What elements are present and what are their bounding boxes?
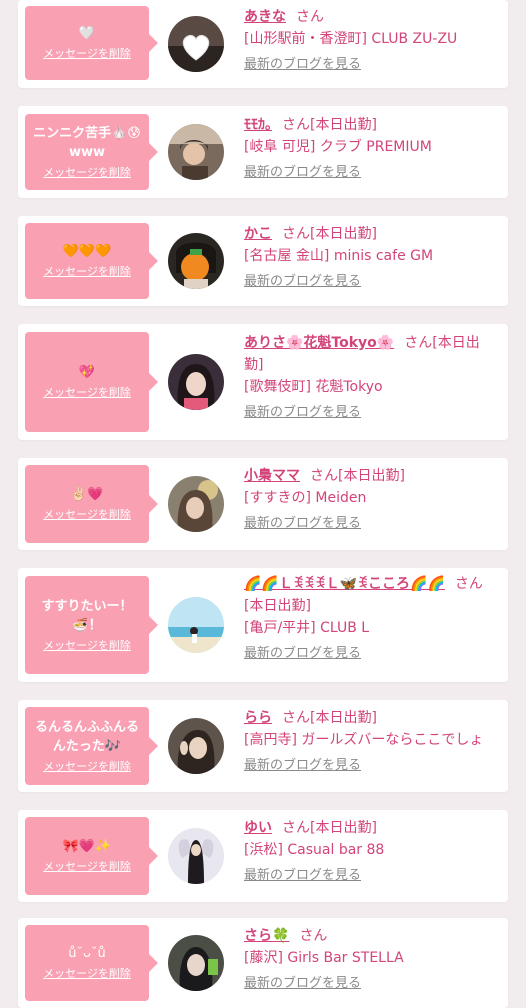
avatar[interactable] xyxy=(168,597,224,653)
message-bubble: るんるんふふんるんたった🎶 メッセージを削除 xyxy=(25,707,158,785)
latest-blog-link[interactable]: 最新のブログを見る xyxy=(244,645,496,663)
list-item: 💖 メッセージを削除 ありさ🌸花魁Tokyo🌸 さん[本日出勤] [歌舞伎町] 花… xyxy=(18,324,508,440)
cast-name-link[interactable]: かこ xyxy=(244,226,272,242)
latest-blog-link[interactable]: 最新のブログを見る xyxy=(244,404,496,422)
name-suffix: さん[本日出勤] xyxy=(282,710,377,726)
latest-blog-link[interactable]: 最新のブログを見る xyxy=(244,975,496,993)
message-emoji: 🤍 xyxy=(78,26,96,41)
cast-name-link[interactable]: さら🍀 xyxy=(244,928,289,944)
avatar[interactable] xyxy=(168,233,224,289)
message-text: ニンニク苦手🧄😰www xyxy=(33,126,141,160)
message-text: るんるんふふんるんたった🎶 xyxy=(34,720,139,754)
name-suffix: さん[本日出勤] xyxy=(282,226,377,242)
avatar[interactable] xyxy=(168,354,224,410)
shop-info: [浜松] Casual bar 88 xyxy=(244,842,385,858)
shop-info: [すすきの] Meiden xyxy=(244,490,367,506)
standing-avatar-icon xyxy=(168,828,224,884)
list-item: ✌🏻💗 メッセージを削除 小梟ママ さん[本日出勤] [すすきの] Meiden … xyxy=(18,458,508,550)
shop-info: [岐阜 可児] クラブ PREMIUM xyxy=(244,139,432,155)
shop-info: [高円寺] ガールズバーならここでしょ xyxy=(244,732,484,748)
latest-blog-link[interactable]: 最新のブログを見る xyxy=(244,164,496,182)
shop-info: [藤沢] Girls Bar STELLA xyxy=(244,950,404,966)
mirror-selfie-avatar-icon xyxy=(168,935,224,991)
heart-sticker-avatar-icon xyxy=(168,16,224,72)
cast-name-link[interactable]: 小梟ママ xyxy=(244,468,300,484)
message-emoji: ✌🏻💗 xyxy=(70,487,104,502)
message-emoji: 🎀💗✨ xyxy=(62,839,112,854)
latest-blog-link[interactable]: 最新のブログを見る xyxy=(244,515,496,533)
latest-blog-link[interactable]: 最新のブログを見る xyxy=(244,867,496,885)
avatar[interactable] xyxy=(168,935,224,991)
list-item: 🧡🧡🧡 メッセージを削除 かこ さん[本日出勤] [名古屋 金山] minis c… xyxy=(18,216,508,306)
delete-message-link[interactable]: メッセージを削除 xyxy=(43,508,131,522)
message-bubble: ✌🏻💗 メッセージを削除 xyxy=(25,465,158,543)
message-emoji: 💖 xyxy=(78,365,96,380)
portrait-avatar-icon xyxy=(168,476,224,532)
name-suffix: さん[本日出勤] xyxy=(282,820,377,836)
avatar[interactable] xyxy=(168,828,224,884)
delete-message-link[interactable]: メッセージを削除 xyxy=(43,386,131,400)
shop-info: [山形駅前・香澄町] CLUB ZU-ZU xyxy=(244,31,458,47)
delete-message-link[interactable]: メッセージを削除 xyxy=(43,860,131,874)
latest-blog-link[interactable]: 最新のブログを見る xyxy=(244,273,496,291)
avatar[interactable] xyxy=(168,124,224,180)
delete-message-link[interactable]: メッセージを削除 xyxy=(43,265,131,279)
delete-message-link[interactable]: メッセージを削除 xyxy=(43,639,131,653)
avatar[interactable] xyxy=(168,718,224,774)
orange-face-avatar-icon xyxy=(168,233,224,289)
list-item: すすりたいー！🍜！ メッセージを削除 🌈🌈ＬꉂꉂꉂＬ🦋ꉂこころ🌈🌈 さん[本日出勤… xyxy=(18,568,508,682)
portrait-avatar-icon xyxy=(168,354,224,410)
shop-info: [歌舞伎町] 花魁Tokyo xyxy=(244,379,383,395)
delete-message-link[interactable]: メッセージを削除 xyxy=(43,47,131,61)
peace-sign-avatar-icon xyxy=(168,718,224,774)
latest-blog-link[interactable]: 最新のブログを見る xyxy=(244,757,496,775)
name-suffix: さん[本日出勤] xyxy=(310,468,405,484)
name-suffix: さん[本日出勤] xyxy=(282,117,377,133)
message-bubble: ů˘ᴗ˘ů メッセージを削除 xyxy=(25,925,158,1001)
cast-name-link[interactable]: ﾓﾓｶ｡ xyxy=(244,117,272,133)
beach-avatar-icon xyxy=(168,597,224,653)
message-emoji: ů˘ᴗ˘ů xyxy=(68,946,106,961)
delete-message-link[interactable]: メッセージを削除 xyxy=(43,967,131,981)
latest-blog-link[interactable]: 最新のブログを見る xyxy=(244,56,496,74)
message-emoji: 🧡🧡🧡 xyxy=(62,244,112,259)
cast-name-link[interactable]: あきな xyxy=(244,9,286,25)
name-suffix: さん xyxy=(296,9,324,25)
avatar[interactable] xyxy=(168,476,224,532)
message-bubble: すすりたいー！🍜！ メッセージを削除 xyxy=(25,576,158,674)
list-item: るんるんふふんるんたった🎶 メッセージを削除 らら さん[本日出勤] [高円寺] … xyxy=(18,700,508,792)
shop-info: [名古屋 金山] minis cafe GM xyxy=(244,248,434,264)
message-bubble: ニンニク苦手🧄😰www メッセージを削除 xyxy=(25,114,158,190)
shop-info: [亀戸/平井] CLUB L xyxy=(244,620,370,636)
list-item: 🤍 メッセージを削除 あきな さん [山形駅前・香澄町] CLUB ZU-ZU 最… xyxy=(18,0,508,88)
delete-message-link[interactable]: メッセージを削除 xyxy=(43,760,131,774)
name-suffix: さん xyxy=(299,928,328,944)
message-bubble: 🧡🧡🧡 メッセージを削除 xyxy=(25,223,158,299)
cast-name-link[interactable]: 🌈🌈ＬꉂꉂꉂＬ🦋ꉂこころ🌈🌈 xyxy=(244,576,445,592)
list-item: 🎀💗✨ メッセージを削除 ゆい さん[本日出勤] [浜松] Casual bar … xyxy=(18,810,508,902)
avatar[interactable] xyxy=(168,16,224,72)
cast-name-link[interactable]: ありさ🌸花魁Tokyo🌸 xyxy=(244,335,394,351)
list-item: ů˘ᴗ˘ů メッセージを削除 さら🍀 さん [藤沢] Girls Bar STEL… xyxy=(18,918,508,1008)
message-bubble: 🤍 メッセージを削除 xyxy=(25,6,158,80)
message-bubble: 💖 メッセージを削除 xyxy=(25,332,158,432)
cast-name-link[interactable]: らら xyxy=(244,710,272,726)
message-bubble: 🎀💗✨ メッセージを削除 xyxy=(25,817,158,895)
list-item: ニンニク苦手🧄😰www メッセージを削除 ﾓﾓｶ｡ さん[本日出勤] [岐阜 可児… xyxy=(18,106,508,198)
message-text: すすりたいー！🍜！ xyxy=(41,599,133,633)
cast-name-link[interactable]: ゆい xyxy=(244,820,272,836)
delete-message-link[interactable]: メッセージを削除 xyxy=(43,166,131,180)
selfie-avatar-icon xyxy=(168,124,224,180)
